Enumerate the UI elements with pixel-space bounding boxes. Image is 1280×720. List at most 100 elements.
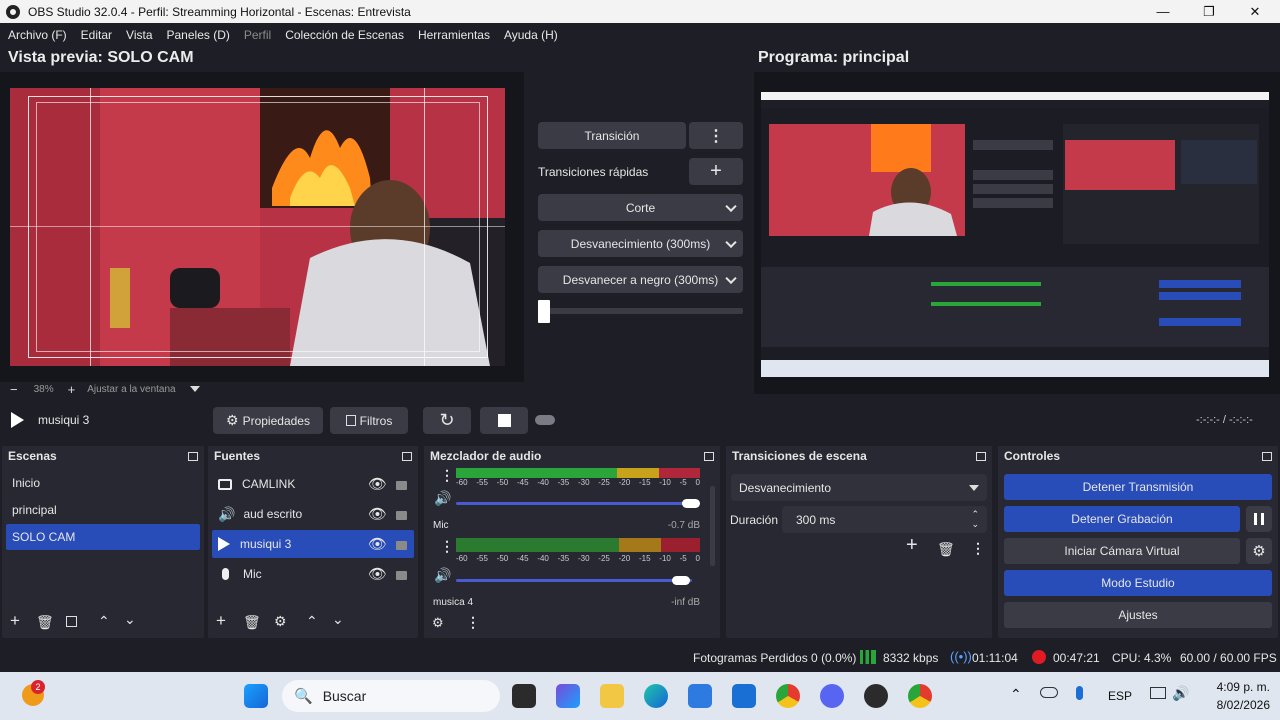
windows-start-icon[interactable] bbox=[244, 684, 268, 708]
transition-menu-button[interactable]: ⋮ bbox=[689, 122, 743, 149]
maximize-button[interactable]: ❐ bbox=[1186, 0, 1232, 23]
fit-window-label[interactable]: Ajustar a la ventana bbox=[87, 384, 175, 395]
language-indicator[interactable]: ESP bbox=[1108, 689, 1132, 703]
store-icon[interactable] bbox=[688, 684, 712, 708]
more-icon[interactable]: ⋮ bbox=[440, 468, 454, 482]
chevron-down-icon[interactable] bbox=[189, 386, 200, 392]
network-icon[interactable] bbox=[1150, 687, 1166, 699]
media-seek-handle[interactable] bbox=[535, 415, 555, 425]
volume-knob[interactable] bbox=[682, 499, 700, 508]
eye-icon[interactable]: 👁 bbox=[368, 565, 387, 583]
transition-button[interactable]: Transición bbox=[538, 122, 686, 149]
source-item[interactable]: CAMLINK 👁 bbox=[212, 470, 414, 498]
cloud-icon[interactable] bbox=[1040, 687, 1058, 698]
m365-icon[interactable] bbox=[556, 684, 580, 708]
lock-icon[interactable] bbox=[396, 541, 407, 550]
settings-button[interactable]: Ajustes bbox=[1004, 602, 1272, 628]
volume-slider[interactable] bbox=[456, 502, 696, 505]
more-icon[interactable]: ⋮ bbox=[440, 539, 454, 553]
quick-transition-cut[interactable]: Corte bbox=[538, 194, 743, 221]
menu-vista[interactable]: Vista bbox=[126, 28, 152, 42]
volume-icon[interactable]: 🔊 bbox=[1172, 685, 1189, 702]
menu-coleccion[interactable]: Colección de Escenas bbox=[285, 28, 404, 42]
pause-record-button[interactable] bbox=[1246, 506, 1272, 532]
transition-select[interactable]: Desvanecimiento bbox=[731, 474, 987, 501]
source-item-selected[interactable]: musiqui 3 👁 bbox=[212, 530, 414, 558]
menu-herramientas[interactable]: Herramientas bbox=[418, 28, 490, 42]
preview-scene[interactable] bbox=[10, 88, 505, 366]
spinner-icon[interactable]: ⌃ ⌄ bbox=[971, 509, 979, 529]
studio-mode-button[interactable]: Modo Estudio bbox=[1004, 570, 1272, 596]
menu-perfil[interactable]: Perfil bbox=[244, 28, 271, 42]
minimize-button[interactable]: — bbox=[1140, 0, 1186, 23]
tbar-track[interactable] bbox=[538, 308, 743, 314]
source-item[interactable]: Mic 👁 bbox=[212, 560, 414, 588]
filters-button[interactable]: Filtros bbox=[330, 407, 408, 434]
scene-item-selected[interactable]: SOLO CAM bbox=[6, 524, 200, 550]
eye-icon[interactable]: 👁 bbox=[368, 535, 387, 553]
duration-field[interactable]: 300 ms ⌃ ⌄ bbox=[782, 506, 987, 533]
arrow-up-icon[interactable]: ⌃ bbox=[98, 614, 110, 628]
close-button[interactable]: ✕ bbox=[1232, 0, 1278, 23]
speaker-icon[interactable]: 🔊 bbox=[434, 568, 451, 582]
lock-icon[interactable] bbox=[396, 481, 407, 490]
quick-transition-fade-black[interactable]: Desvanecer a negro (300ms) bbox=[538, 266, 743, 293]
speaker-icon[interactable]: 🔊 bbox=[434, 491, 451, 505]
undock-icon[interactable] bbox=[1262, 451, 1272, 461]
undock-icon[interactable] bbox=[976, 451, 986, 461]
file-explorer-icon[interactable] bbox=[600, 684, 624, 708]
tbar-handle[interactable] bbox=[538, 300, 550, 323]
chrome-icon[interactable] bbox=[776, 684, 800, 708]
undock-icon[interactable] bbox=[402, 451, 412, 461]
edge-icon[interactable] bbox=[644, 684, 668, 708]
add-transition-icon[interactable]: + bbox=[906, 535, 918, 555]
eye-icon[interactable]: 👁 bbox=[368, 505, 387, 523]
outlook-icon[interactable] bbox=[732, 684, 756, 708]
clock-time[interactable]: 4:09 p. m. bbox=[1208, 680, 1270, 694]
arrow-down-icon[interactable]: ⌄ bbox=[124, 612, 136, 626]
zoom-out-button[interactable]: − bbox=[10, 382, 18, 397]
chevron-up-icon[interactable]: ⌃ bbox=[1010, 686, 1022, 703]
quick-transition-fade[interactable]: Desvanecimiento (300ms) bbox=[538, 230, 743, 257]
chrome-profile-icon[interactable] bbox=[908, 684, 932, 708]
more-icon[interactable]: ⋮ bbox=[971, 541, 985, 555]
undock-icon[interactable] bbox=[704, 451, 714, 461]
eye-icon[interactable]: 👁 bbox=[368, 475, 387, 493]
source-item[interactable]: 🔊 aud escrito 👁 bbox=[212, 500, 414, 528]
stop-stream-button[interactable]: Detener Transmisión bbox=[1004, 474, 1272, 500]
play-icon[interactable] bbox=[11, 412, 24, 428]
add-quick-transition-button[interactable]: + bbox=[689, 158, 743, 185]
stop-media-button[interactable] bbox=[480, 407, 528, 434]
add-scene-icon[interactable]: + bbox=[10, 612, 20, 629]
trash-icon[interactable]: 🗑 bbox=[243, 615, 261, 629]
scene-item[interactable]: principal bbox=[6, 497, 200, 523]
menu-archivo[interactable]: Archivo (F) bbox=[8, 28, 67, 42]
obs-taskbar-icon[interactable] bbox=[864, 684, 888, 708]
filter-icon[interactable] bbox=[66, 616, 77, 627]
microphone-icon[interactable] bbox=[1076, 686, 1083, 700]
stop-record-button[interactable]: Detener Grabación bbox=[1004, 506, 1240, 532]
menu-editar[interactable]: Editar bbox=[81, 28, 112, 42]
more-icon[interactable]: ⋮ bbox=[466, 615, 480, 629]
gear-icon[interactable]: ⚙ bbox=[274, 614, 287, 628]
lock-icon[interactable] bbox=[396, 511, 407, 520]
volume-knob[interactable] bbox=[672, 576, 690, 585]
advanced-audio-icon[interactable]: ⚙ bbox=[432, 616, 444, 630]
mixer-scrollbar[interactable] bbox=[710, 486, 715, 566]
volume-slider[interactable] bbox=[456, 579, 692, 582]
trash-icon[interactable]: 🗑 bbox=[937, 542, 955, 556]
virtual-camera-settings-button[interactable]: ⚙ bbox=[1246, 538, 1272, 564]
taskbar-search[interactable]: 🔍 Buscar bbox=[282, 680, 500, 712]
discord-icon[interactable] bbox=[820, 684, 844, 708]
scene-item[interactable]: Inicio bbox=[6, 470, 200, 496]
lock-icon[interactable] bbox=[396, 571, 407, 580]
add-source-icon[interactable]: + bbox=[216, 612, 226, 629]
menu-ayuda[interactable]: Ayuda (H) bbox=[504, 28, 558, 42]
restart-button[interactable]: ↻ bbox=[423, 407, 471, 434]
trash-icon[interactable]: 🗑 bbox=[36, 615, 54, 629]
undock-icon[interactable] bbox=[188, 451, 198, 461]
arrow-up-icon[interactable]: ⌃ bbox=[306, 614, 318, 628]
zoom-in-button[interactable]: + bbox=[68, 382, 76, 397]
task-view-icon[interactable] bbox=[512, 684, 536, 708]
virtual-camera-button[interactable]: Iniciar Cámara Virtual bbox=[1004, 538, 1240, 564]
